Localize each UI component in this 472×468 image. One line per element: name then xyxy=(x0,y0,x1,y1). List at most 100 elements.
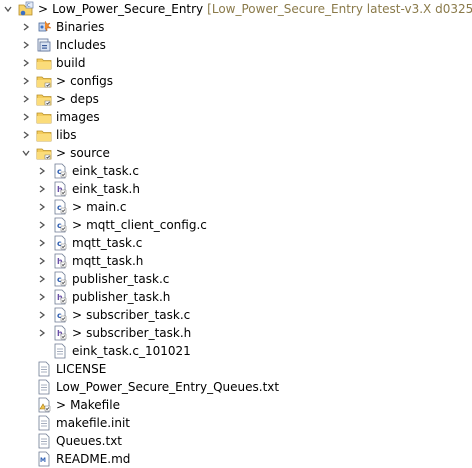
chevron-right-icon[interactable] xyxy=(20,72,32,90)
chevron-down-icon[interactable] xyxy=(2,0,14,18)
tree-item-queues-txt-main[interactable]: Low_Power_Secure_Entry_Queues.txt xyxy=(36,378,279,396)
chevron-right-icon[interactable] xyxy=(36,216,48,234)
chevron-right-icon[interactable] xyxy=(36,270,48,288)
tree-item-eink-task-c-101021[interactable]: eink_task.c_101021 xyxy=(52,342,191,360)
chevron-right-icon[interactable] xyxy=(36,288,48,306)
dirty-marker: > xyxy=(38,2,49,16)
c-file-icon: c xyxy=(52,217,68,233)
tree-item-mqtt-task-c[interactable]: c mqtt_task.c xyxy=(36,234,142,252)
c-file-icon: c xyxy=(52,163,68,179)
tree-item-makefile[interactable]: > Makefile xyxy=(36,396,120,414)
tree-item-label: Queues.txt xyxy=(56,434,122,448)
chevron-right-icon[interactable] xyxy=(20,36,32,54)
tree-item-label: eink_task.h xyxy=(72,182,140,196)
tree-item-eink-task-h[interactable]: h eink_task.h xyxy=(36,180,140,198)
tree-item-label: images xyxy=(56,110,100,124)
h-file-icon: h xyxy=(52,253,68,269)
svg-text:M: M xyxy=(40,457,46,464)
folder-icon xyxy=(36,55,52,71)
tree-item-label: mqtt_task.c xyxy=(72,236,143,250)
tree-item-mqtt-task-h[interactable]: h mqtt_task.h xyxy=(36,252,143,270)
tree-item-label: configs xyxy=(70,74,114,88)
tree-item-images[interactable]: images xyxy=(20,108,100,126)
tree-item-readme-md[interactable]: M README.md xyxy=(36,450,130,468)
tree-item-deps[interactable]: > deps xyxy=(20,90,99,108)
dirty-marker: > xyxy=(56,146,67,160)
tree-item-label: Includes xyxy=(56,38,106,52)
tree-item-build[interactable]: build xyxy=(20,54,86,72)
chevron-right-icon[interactable] xyxy=(20,126,32,144)
tree-item-label: Makefile xyxy=(70,398,120,412)
project-icon: C xyxy=(18,1,34,17)
tree-item-label: mqtt_task.h xyxy=(72,254,144,268)
tree-item-publisher-task-h[interactable]: h publisher_task.h xyxy=(36,288,170,306)
tree-item-eink-task-c[interactable]: c eink_task.c xyxy=(36,162,139,180)
tree-item-label: README.md xyxy=(56,452,131,466)
tree-item-mqtt-client-config-c[interactable]: c > mqtt_client_config.c xyxy=(36,216,207,234)
folder-icon xyxy=(36,109,52,125)
tree-item-license[interactable]: LICENSE xyxy=(36,360,106,378)
md-file-icon: M xyxy=(36,451,52,467)
tree-item-subscriber-task-h[interactable]: h > subscriber_task.h xyxy=(36,324,191,342)
tree-item-label: source xyxy=(70,146,110,160)
tree-item-label: deps xyxy=(70,92,99,106)
project-explorer-tree: C > Low_Power_Secure_Entry [Low_Power_Se… xyxy=(0,0,472,468)
chevron-right-icon[interactable] xyxy=(20,90,32,108)
tree-item-label: build xyxy=(56,56,86,70)
tree-item-publisher-task-c[interactable]: c publisher_task.c xyxy=(36,270,169,288)
tree-item-label: subscriber_task.c xyxy=(86,308,191,322)
dirty-marker: > xyxy=(72,308,83,322)
tree-item-main-c[interactable]: c > main.c xyxy=(36,198,126,216)
tree-item-label: Low_Power_Secure_Entry_Queues.txt xyxy=(56,380,280,394)
dirty-marker: > xyxy=(72,326,83,340)
chevron-right-icon[interactable] xyxy=(36,306,48,324)
h-file-icon: h xyxy=(52,325,68,341)
folder-icon xyxy=(36,127,52,143)
c-file-icon: c xyxy=(52,199,68,215)
chevron-down-icon[interactable] xyxy=(20,144,32,162)
chevron-right-icon[interactable] xyxy=(20,54,32,72)
makefile-icon xyxy=(36,397,52,413)
folder-icon xyxy=(36,73,52,89)
svg-text:C: C xyxy=(27,3,31,9)
folder-icon xyxy=(36,91,52,107)
tree-item-label: mqtt_client_config.c xyxy=(86,218,207,232)
text-file-icon xyxy=(36,433,52,449)
text-file-icon xyxy=(36,415,52,431)
tree-item-binaries[interactable]: Binaries xyxy=(20,18,104,36)
chevron-right-icon[interactable] xyxy=(36,198,48,216)
chevron-right-icon[interactable] xyxy=(36,180,48,198)
tree-item-makefile-init[interactable]: makefile.init xyxy=(36,414,130,432)
chevron-right-icon[interactable] xyxy=(36,252,48,270)
c-file-icon: c xyxy=(52,235,68,251)
chevron-right-icon[interactable] xyxy=(36,324,48,342)
text-file-icon xyxy=(52,343,68,359)
tree-item-label: publisher_task.h xyxy=(72,290,171,304)
tree-root-project[interactable]: C > Low_Power_Secure_Entry [Low_Power_Se… xyxy=(2,0,472,18)
text-file-icon xyxy=(36,361,52,377)
tree-item-includes[interactable]: Includes xyxy=(20,36,106,54)
tree-item-configs[interactable]: > configs xyxy=(20,72,113,90)
chevron-right-icon[interactable] xyxy=(20,108,32,126)
tree-item-label: makefile.init xyxy=(56,416,131,430)
chevron-right-icon[interactable] xyxy=(36,234,48,252)
tree-item-label: main.c xyxy=(86,200,127,214)
tree-item-libs[interactable]: libs xyxy=(20,126,77,144)
binaries-icon xyxy=(36,19,52,35)
c-file-icon: c xyxy=(52,271,68,287)
h-file-icon: h xyxy=(52,289,68,305)
repo-decoration: [Low_Power_Secure_Entry latest-v3.X d032… xyxy=(207,2,472,16)
chevron-right-icon[interactable] xyxy=(36,162,48,180)
tree-item-subscriber-task-c[interactable]: c > subscriber_task.c xyxy=(36,306,190,324)
tree-item-source[interactable]: > source xyxy=(20,144,110,162)
chevron-right-icon[interactable] xyxy=(20,18,32,36)
tree-item-queues-txt[interactable]: Queues.txt xyxy=(36,432,122,450)
tree-item-label: Binaries xyxy=(56,20,105,34)
tree-item-label: eink_task.c_101021 xyxy=(72,344,191,358)
folder-icon xyxy=(36,145,52,161)
tree-item-label: subscriber_task.h xyxy=(86,326,192,340)
dirty-marker: > xyxy=(56,74,67,88)
dirty-marker: > xyxy=(56,398,67,412)
text-file-icon xyxy=(36,379,52,395)
tree-item-label: libs xyxy=(56,128,77,142)
